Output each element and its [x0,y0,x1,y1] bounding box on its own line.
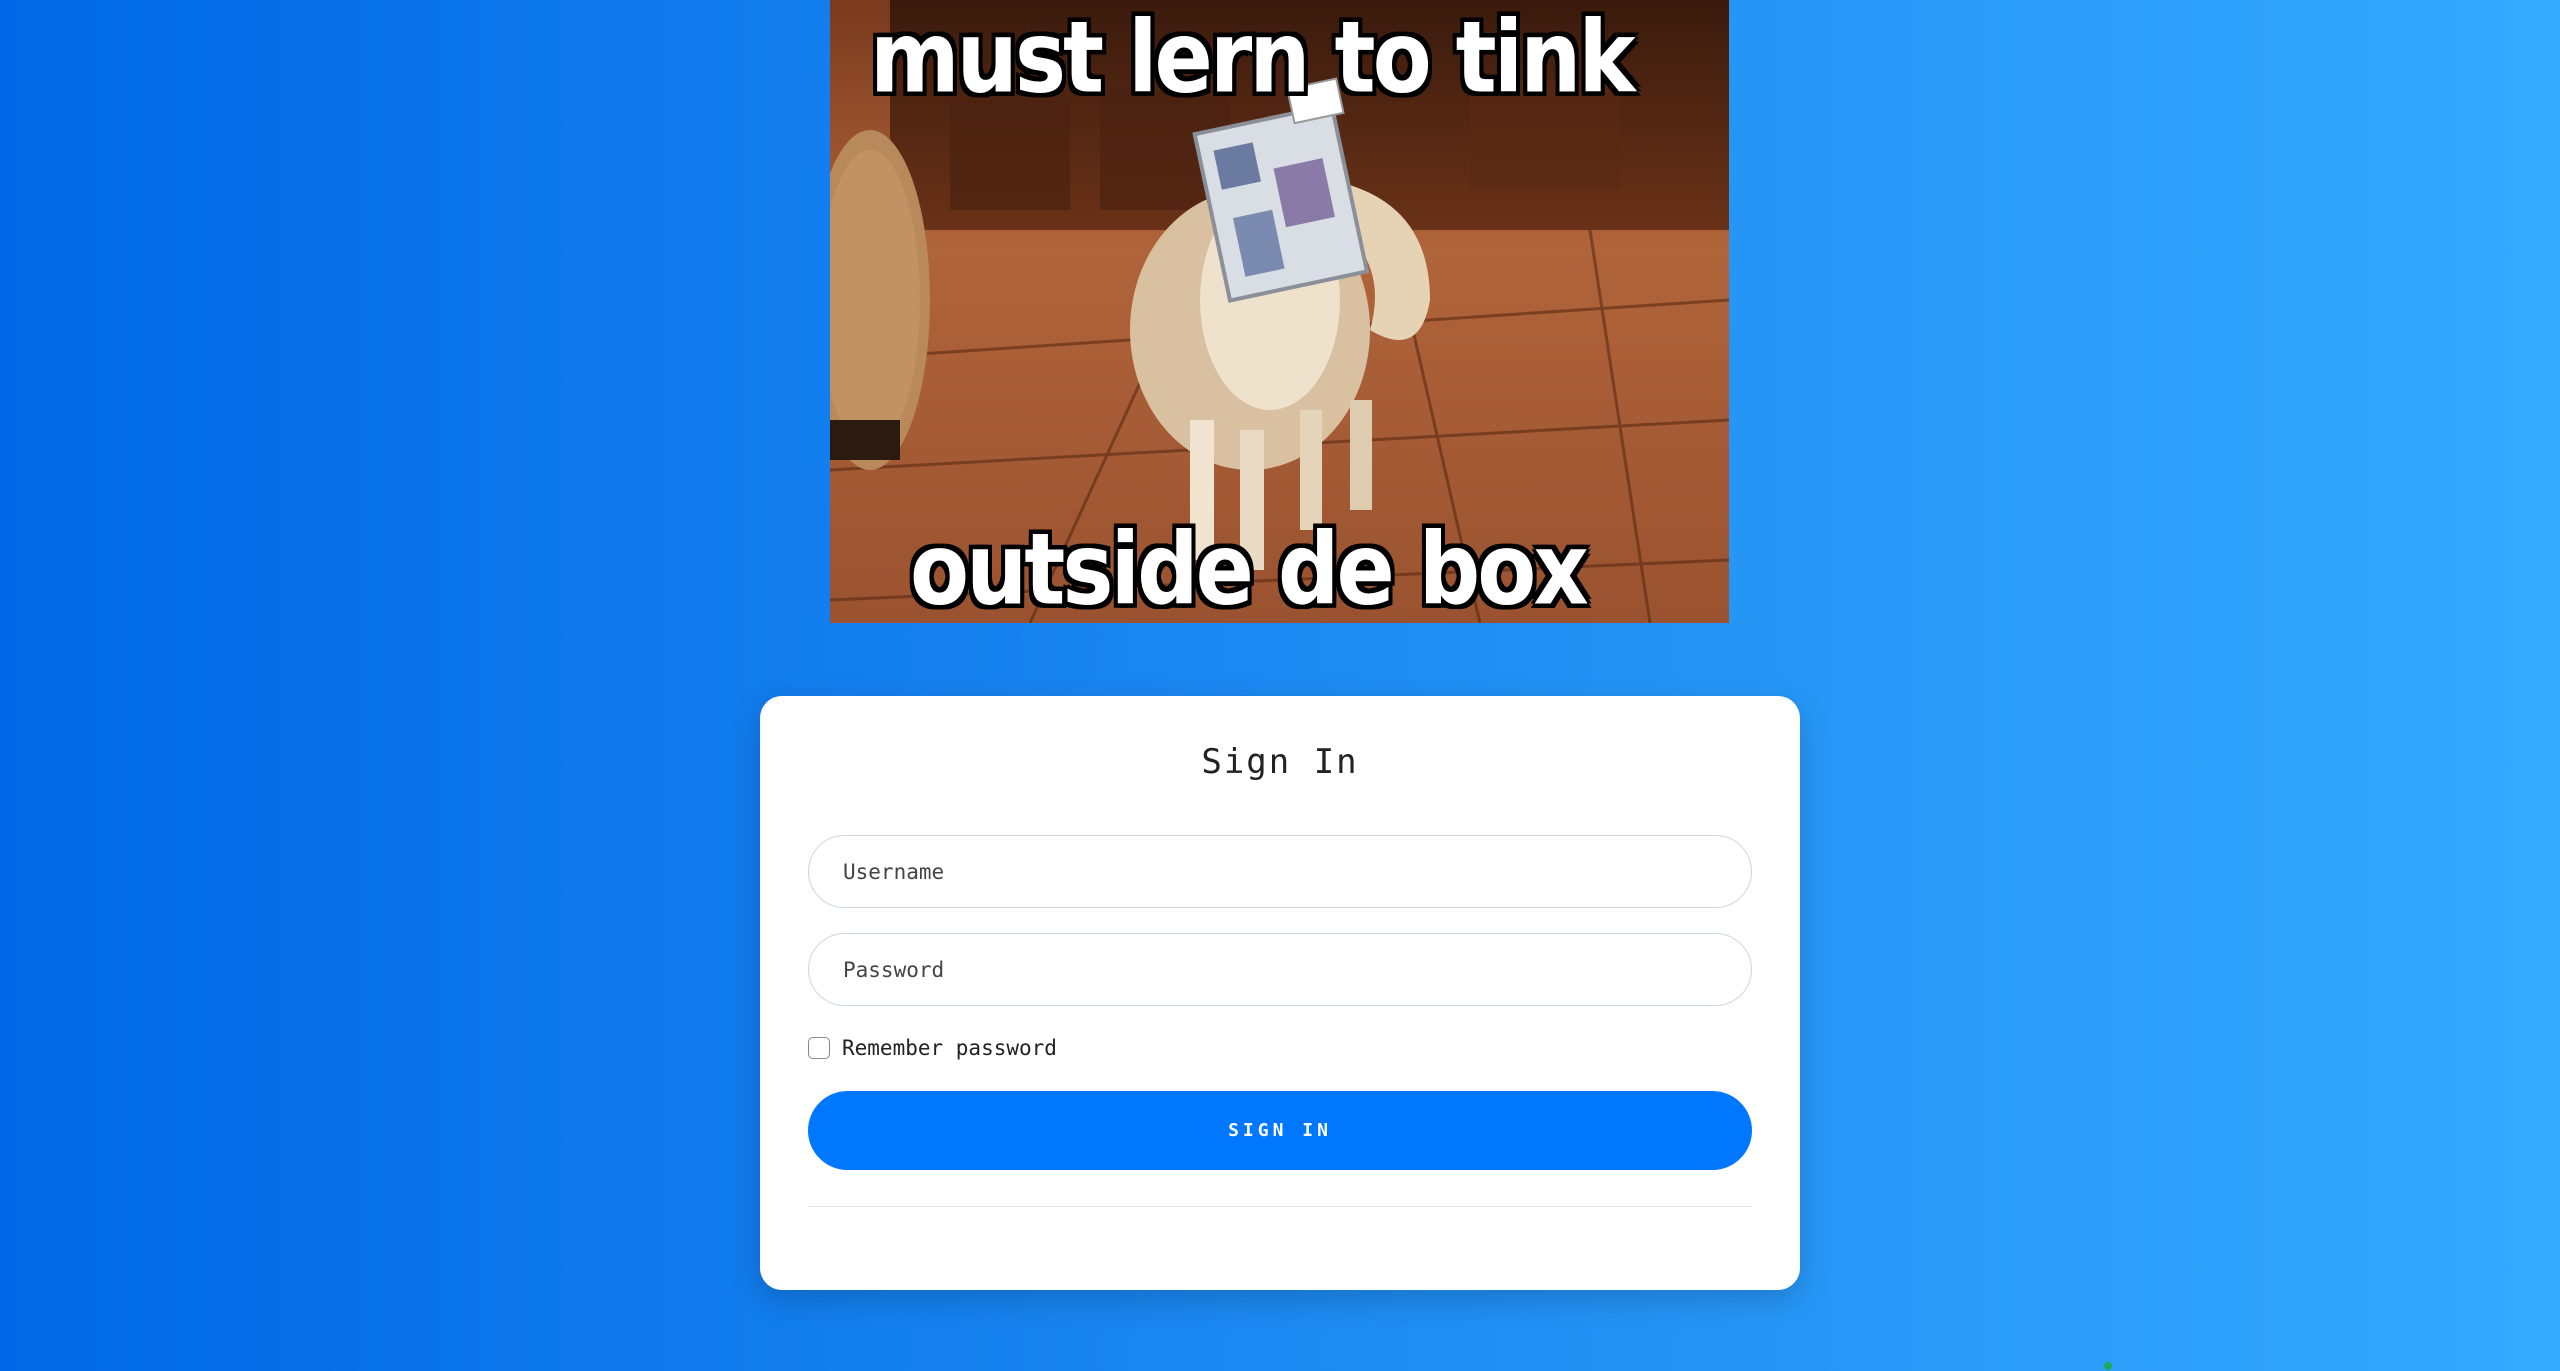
remember-password-label: Remember password [842,1036,1057,1060]
password-input[interactable] [808,933,1752,1006]
remember-password-checkbox[interactable] [808,1037,830,1059]
sign-in-button[interactable]: SIGN IN [808,1091,1752,1170]
meme-bottom-caption: outside de box [910,512,1589,624]
divider [808,1206,1752,1207]
username-input[interactable] [808,835,1752,908]
meme-top-caption: must lern to tink [870,0,1636,116]
signin-card: Sign In Remember password SIGN IN [760,696,1800,1290]
signin-title: Sign In [1201,742,1359,782]
status-dot [2104,1362,2112,1370]
meme-image: must lern to tink outside de box [830,0,1729,623]
remember-password-option[interactable]: Remember password [808,1036,1057,1060]
